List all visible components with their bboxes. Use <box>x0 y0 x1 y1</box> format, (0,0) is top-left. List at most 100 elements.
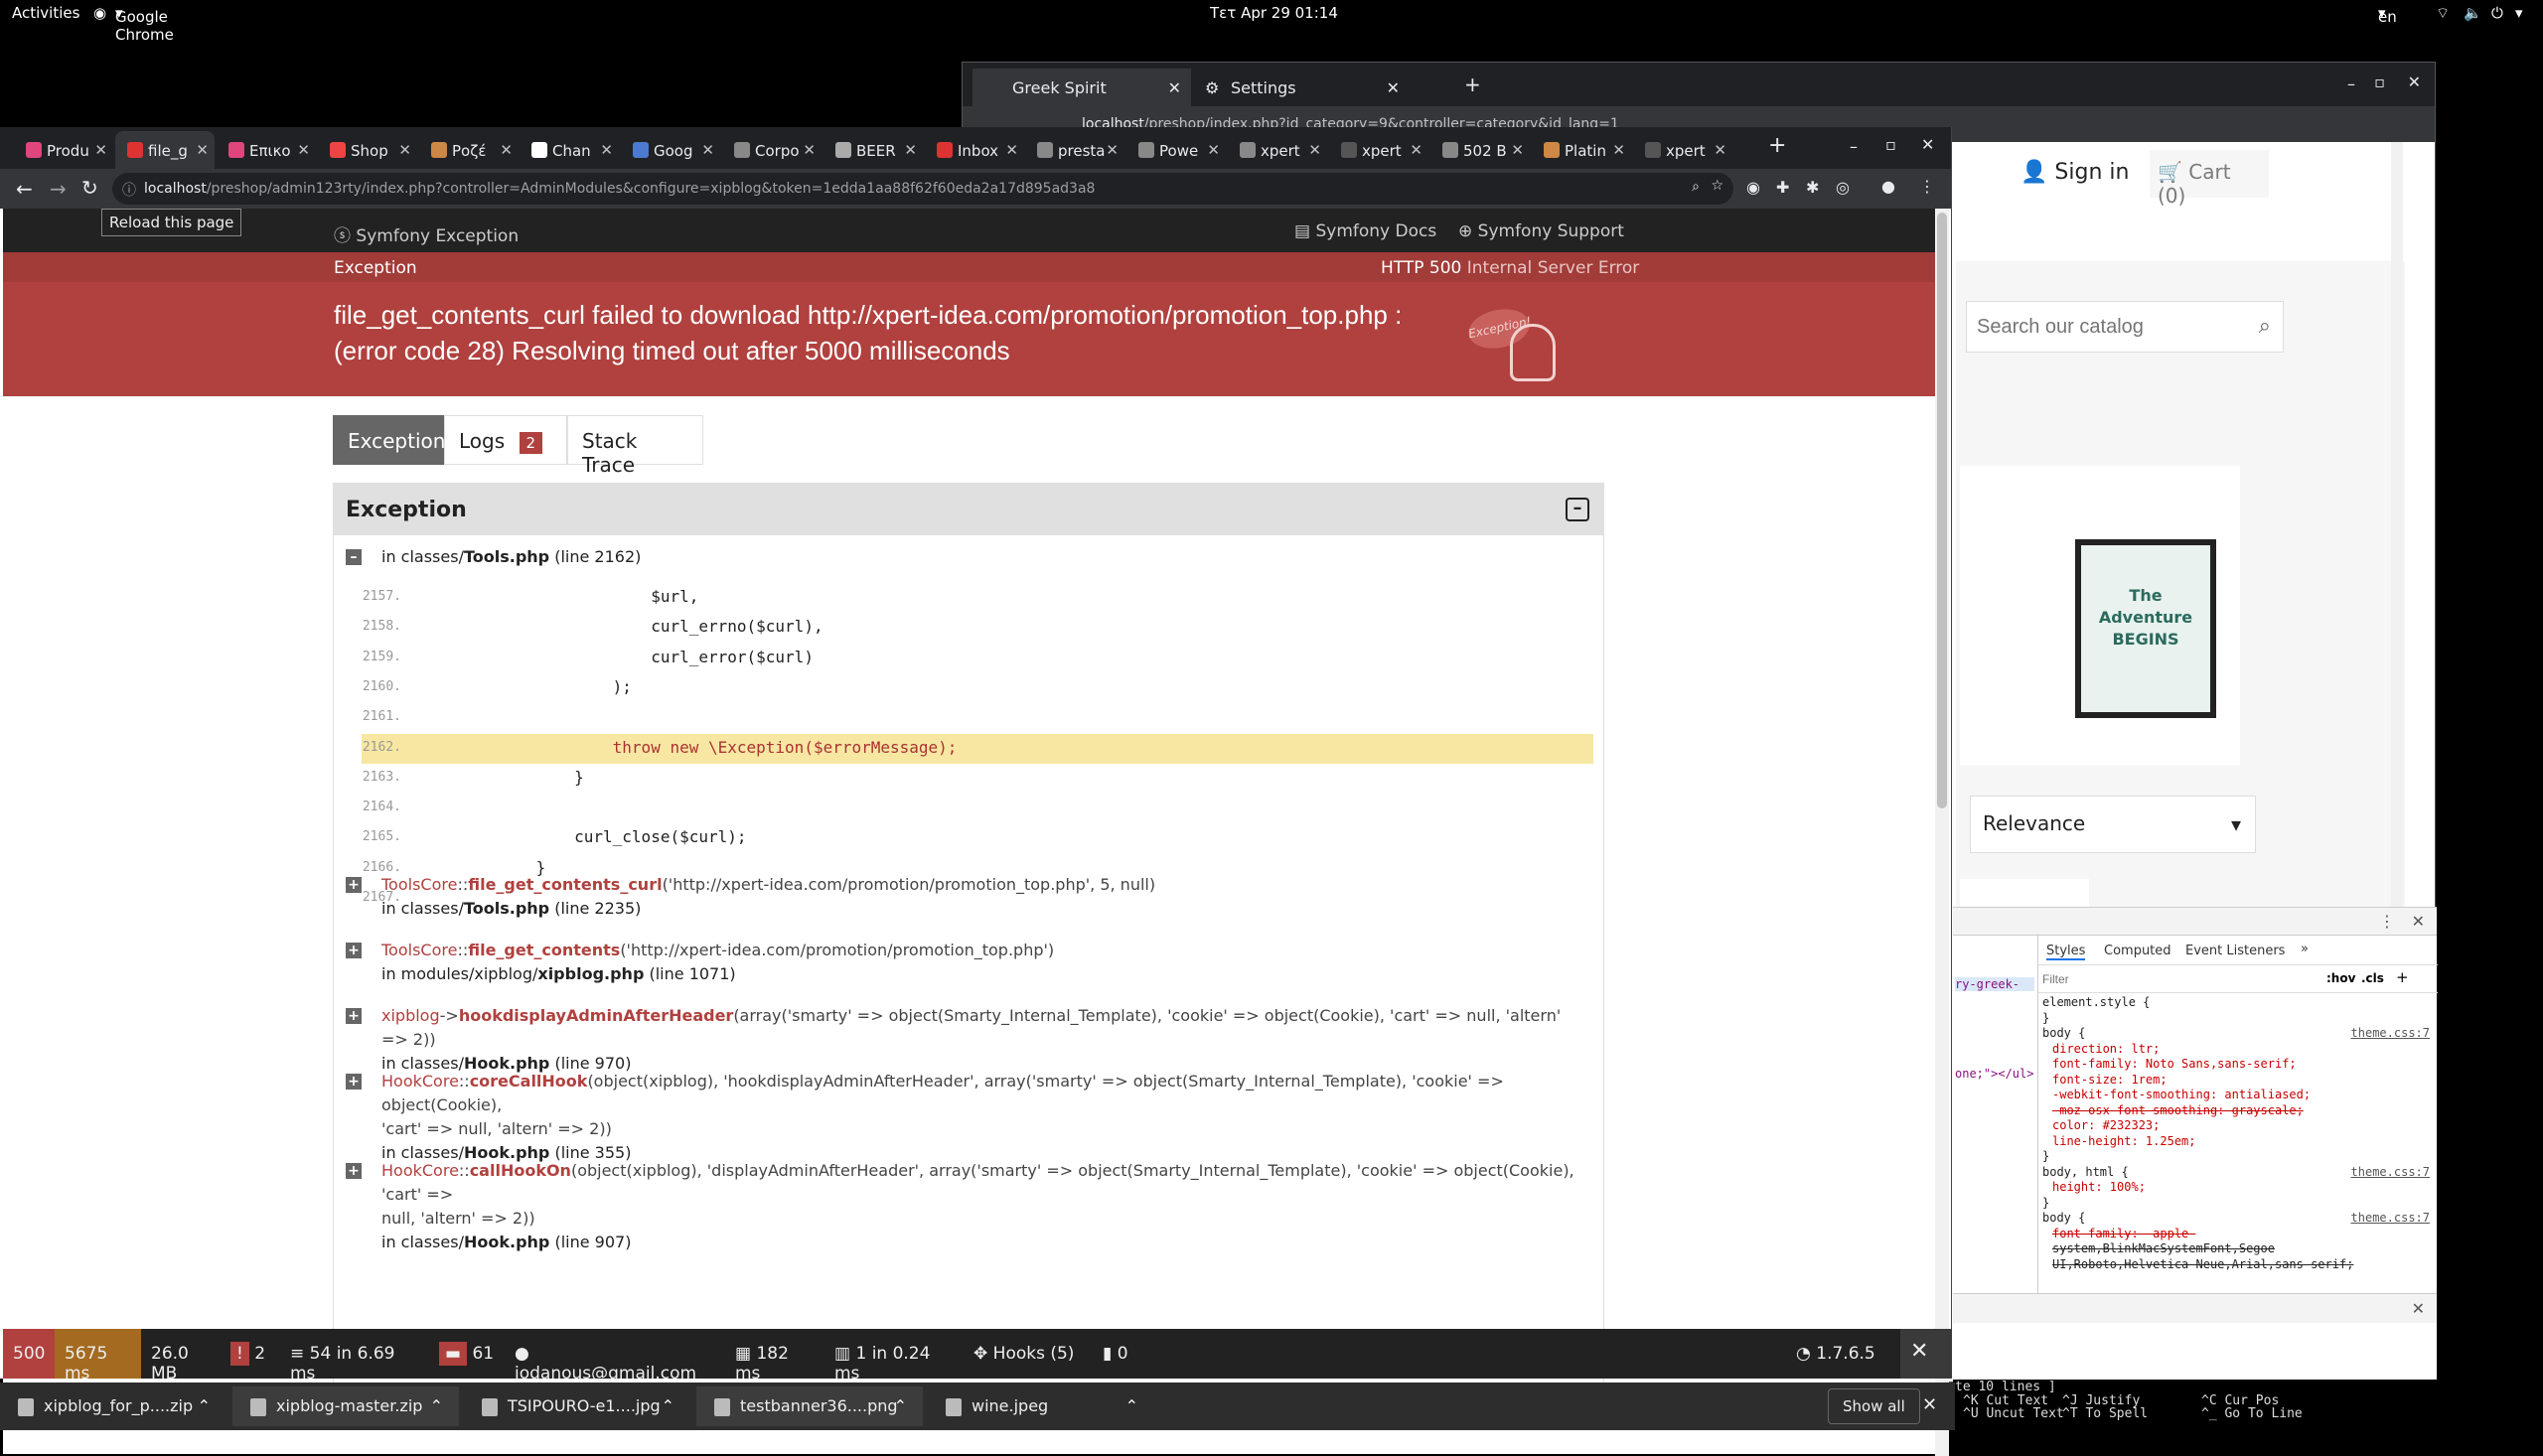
minimize-button[interactable]: – <box>1850 137 1858 156</box>
download-item[interactable]: TSIPOURO-e1....jpg ⌃ <box>464 1386 690 1426</box>
browser-tab[interactable]: BEER ✕ <box>823 131 923 169</box>
css-source-link[interactable]: theme.css:7 <box>2351 1165 2430 1179</box>
css-line[interactable]: body { <box>2042 1211 2085 1225</box>
close-icon[interactable]: ✕ <box>1308 141 1321 159</box>
extension-icon[interactable]: ◎ <box>1836 178 1850 197</box>
browser-tab[interactable]: Powe ✕ <box>1126 131 1226 169</box>
browser-tab[interactable]: Επικο ✕ <box>217 131 316 169</box>
browser-tab[interactable]: presta ✕ <box>1025 131 1124 169</box>
close-icon[interactable]: ✕ <box>500 141 513 159</box>
page-scrollbar[interactable] <box>1935 209 1949 1456</box>
user-indicator[interactable]: ● jodanous@gmail.com <box>505 1329 725 1383</box>
css-line[interactable]: } <box>2042 1011 2049 1025</box>
css-line[interactable]: direction: ltr; <box>2052 1042 2160 1056</box>
request-time[interactable]: 5675 ms <box>55 1329 141 1383</box>
css-line[interactable]: color: #232323; <box>2052 1118 2160 1132</box>
css-line[interactable]: element.style { <box>2042 995 2150 1009</box>
chevron-up-icon[interactable]: ⌃ <box>894 1396 907 1415</box>
tab-greek-spirit[interactable]: Greek Spirit ✕ <box>972 69 1191 106</box>
download-item[interactable]: testbanner36....png ⌃ <box>696 1386 923 1426</box>
expand-entry-icon[interactable]: + <box>346 1074 362 1090</box>
css-line[interactable]: font-family: Noto Sans,sans-serif; <box>2052 1057 2297 1071</box>
dom-node[interactable]: ry-greek- <box>1955 977 2034 991</box>
browser-tab[interactable]: xpert ✕ <box>1633 131 1732 169</box>
tab-exception[interactable]: Exception <box>333 415 445 465</box>
browser-tab[interactable]: Shop ✕ <box>318 131 417 169</box>
chevron-up-icon[interactable]: ⌃ <box>198 1396 211 1415</box>
browser-tab[interactable]: xpert ✕ <box>1228 131 1327 169</box>
css-line[interactable]: line-height: 1.25em; <box>2052 1134 2196 1148</box>
download-item[interactable]: xipblog-master.zip ⌃ <box>232 1386 459 1426</box>
symfony-brand[interactable]: ⓢ Symfony Exception <box>334 221 519 246</box>
tab-stack-trace[interactable]: Stack Trace <box>567 415 703 477</box>
add-rule-icon[interactable]: + <box>2396 968 2409 986</box>
css-source-link[interactable]: theme.css:7 <box>2351 1026 2430 1040</box>
address-bar[interactable]: ⓘ localhost/preshop/admin123rty/index.ph… <box>112 173 1733 205</box>
collapse-icon[interactable]: – <box>1566 498 1589 521</box>
close-icon[interactable]: ✕ <box>1511 141 1524 159</box>
browser-tab[interactable]: file_g ✕ <box>115 131 215 169</box>
expand-entry-icon[interactable]: + <box>346 1163 362 1179</box>
browser-tab[interactable]: 502 B ✕ <box>1430 131 1530 169</box>
close-icon[interactable]: ✕ <box>803 141 816 159</box>
css-line[interactable]: } <box>2042 1196 2049 1210</box>
close-icon[interactable]: ✕ <box>1714 141 1726 159</box>
styles-filter-input[interactable] <box>2042 969 2301 989</box>
tab-settings[interactable]: ⚙ Settings ✕ <box>1191 69 1410 106</box>
browser-tab[interactable]: Corpo ✕ <box>722 131 822 169</box>
browser-tab[interactable]: xpert ✕ <box>1329 131 1428 169</box>
close-icon[interactable]: ✕ <box>196 141 209 159</box>
browser-tab[interactable]: Ροζέ ✕ <box>419 131 519 169</box>
close-icon[interactable]: ✕ <box>94 141 107 159</box>
close-icon[interactable]: ✕ <box>701 141 714 159</box>
close-icon[interactable]: ✕ <box>1207 141 1220 159</box>
css-line[interactable]: height: 100%; <box>2052 1180 2146 1194</box>
sort-select[interactable]: Relevance ▾ <box>1970 796 2256 853</box>
activities-button[interactable]: Activities <box>12 4 79 22</box>
css-line[interactable]: -moz-osx-font-smoothing: grayscale; <box>2052 1103 2304 1117</box>
chevron-up-icon[interactable]: ⌃ <box>430 1396 443 1415</box>
zoom-icon[interactable]: ⌕ <box>1692 179 1700 195</box>
browser-tab[interactable]: Goog ✕ <box>621 131 720 169</box>
close-icon[interactable]: ✕ <box>1410 141 1422 159</box>
tab-computed[interactable]: Computed <box>2104 944 2171 958</box>
close-icon[interactable]: ✕ <box>1922 1394 1937 1415</box>
close-icon[interactable]: ✕ <box>398 141 411 159</box>
download-item[interactable]: wine.jpeg ⌃ <box>928 1386 1154 1426</box>
maximize-button[interactable]: ▫ <box>1885 135 1896 154</box>
close-icon[interactable]: ✕ <box>1106 141 1119 159</box>
close-icon[interactable]: ✕ <box>1387 78 1400 97</box>
product-card[interactable]: The Adventure BEGINS <box>1960 466 2240 766</box>
more-tabs-icon[interactable]: » <box>2301 942 2309 956</box>
browser-tab[interactable]: Produ ✕ <box>14 131 113 169</box>
css-line[interactable]: body, html { <box>2042 1165 2129 1179</box>
close-window-button[interactable]: ✕ <box>1921 135 1934 154</box>
css-line[interactable]: body { <box>2042 1026 2085 1040</box>
profile-icon[interactable]: ● <box>1881 177 1895 196</box>
close-icon[interactable]: ✕ <box>2412 1299 2425 1318</box>
css-line[interactable]: system,BlinkMacSystemFont,Segoe <box>2052 1241 2275 1255</box>
close-icon[interactable]: ✕ <box>297 141 310 159</box>
config-indicator[interactable]: ▦ 182 ms <box>725 1329 824 1383</box>
css-line[interactable]: font-size: 1rem; <box>2052 1073 2168 1087</box>
extension-icon[interactable]: ✱ <box>1806 178 1819 197</box>
css-source-link[interactable]: theme.css:7 <box>2351 1211 2430 1225</box>
back-button[interactable]: ← <box>16 177 33 201</box>
minimize-button[interactable]: – <box>2347 74 2355 93</box>
extension-icon[interactable]: ◉ <box>1746 178 1760 197</box>
download-item[interactable]: xipblog_for_p....zip ⌃ <box>0 1386 226 1426</box>
power-icon[interactable]: ⏻ <box>2491 4 2503 22</box>
close-icon[interactable]: ✕ <box>1612 141 1625 159</box>
version-indicator[interactable]: ◔ 1.7.6.5 <box>1786 1329 1895 1379</box>
sign-in-link[interactable]: 👤 Sign in <box>2020 160 2129 185</box>
system-menu-icon[interactable]: ▾ <box>2515 4 2523 22</box>
reload-button[interactable]: ↻ <box>81 176 98 200</box>
app-menu[interactable]: Google Chrome ▾ <box>115 4 174 44</box>
queries-indicator[interactable]: ≡ 54 in 6.69 ms <box>280 1329 429 1383</box>
page-scrollbar[interactable] <box>2391 142 2403 966</box>
forward-button[interactable]: → <box>50 177 67 201</box>
more-options-icon[interactable]: ⋮ <box>2379 912 2395 931</box>
css-line[interactable]: -webkit-font-smoothing: antialiased; <box>2052 1088 2311 1101</box>
extension-icon[interactable]: ✚ <box>1776 178 1789 197</box>
search-input[interactable] <box>1967 302 2235 352</box>
